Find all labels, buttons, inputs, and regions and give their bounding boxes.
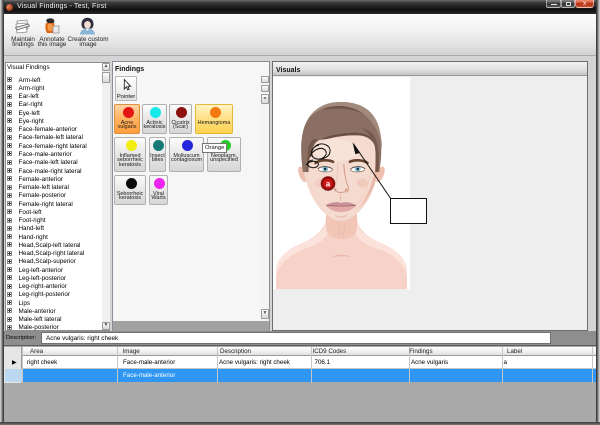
svg-text:a: a [326, 180, 331, 189]
